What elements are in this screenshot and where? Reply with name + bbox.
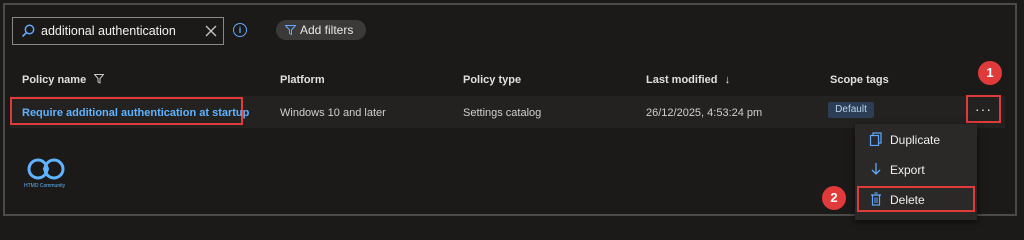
more-actions-button[interactable]: ··· (966, 95, 1001, 123)
download-icon (871, 163, 881, 175)
policy-name-link[interactable]: Require additional authentication at sta… (22, 107, 249, 119)
column-header-platform[interactable]: Platform (280, 74, 325, 86)
menu-item-duplicate[interactable]: Duplicate (855, 126, 977, 154)
htmd-logo-icon (27, 158, 65, 180)
sort-descending-icon: ↓ (724, 74, 731, 86)
column-header-policy-name[interactable]: Policy name (22, 74, 105, 86)
copy-icon (869, 132, 882, 146)
step-marker-1: 1 (978, 61, 1002, 85)
info-icon[interactable]: i (233, 23, 247, 37)
scope-tag-badge: Default (828, 102, 874, 118)
ellipsis-icon: ··· (975, 101, 992, 117)
last-modified-cell: 26/12/2025, 4:53:24 pm (646, 107, 763, 119)
search-box[interactable] (12, 17, 224, 45)
filter-icon[interactable] (93, 74, 105, 84)
menu-item-label: Export (890, 163, 925, 177)
platform-cell: Windows 10 and later (280, 107, 386, 119)
add-filters-button[interactable]: Add filters (276, 20, 366, 40)
clear-search-icon[interactable] (205, 25, 217, 37)
filter-icon (285, 25, 296, 35)
column-header-policy-type[interactable]: Policy type (463, 74, 521, 86)
add-filters-label: Add filters (300, 23, 354, 37)
menu-item-label: Duplicate (890, 133, 941, 147)
column-header-scope-tags[interactable]: Scope tags (830, 74, 889, 86)
search-icon (21, 24, 35, 38)
search-input[interactable] (41, 21, 196, 41)
column-header-last-modified[interactable]: Last modified ↓ (646, 74, 730, 86)
policy-type-cell: Settings catalog (463, 107, 542, 119)
watermark-text: HTMD Community (24, 183, 66, 189)
menu-item-export[interactable]: Export (855, 156, 977, 184)
delete-highlight (857, 186, 975, 212)
step-marker-2: 2 (822, 186, 846, 210)
